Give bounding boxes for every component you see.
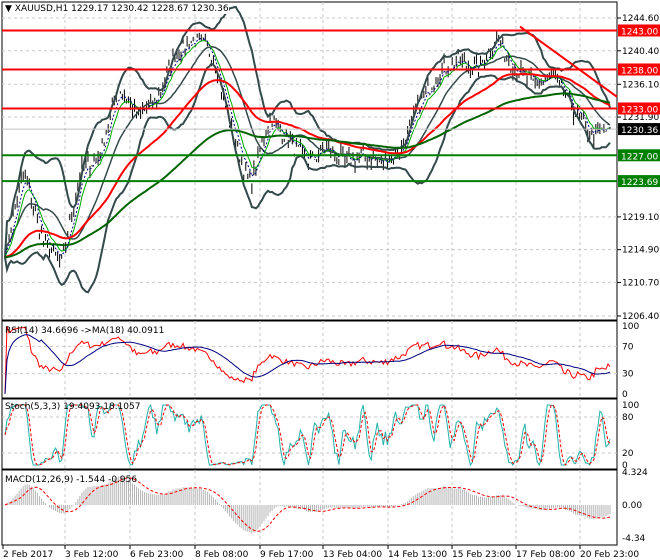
stoch-title: Stoch(5,3,3) 19.4093 18.1057 [5,402,141,412]
x-tick-label: 14 Feb 13:00 [388,550,447,560]
ma-200-green [4,92,611,259]
dropdown-triangle-icon[interactable]: ▼ [5,4,12,14]
ohlc-values: 1229.17 1230.42 1228.67 1230.36 [71,4,229,14]
ma-fast [4,40,611,258]
y-tick-label: 0 [622,390,628,400]
y-tick-label: 1244.60 [622,14,659,24]
y-tick-label: 20 [622,449,634,459]
ma-fastest [4,37,611,258]
bollinger-lower [4,62,611,294]
y-tick-label: 1219.10 [622,213,659,223]
y-tick-label: 4.324 [622,468,648,478]
y-tick-label: 70 [622,342,634,352]
x-tick-label: 15 Feb 23:00 [452,550,511,560]
rsi-title: RSI(14) 34.6696 ->MA(18) 40.0911 [5,326,165,336]
level-label: 1233.00 [621,105,658,115]
symbol-label: XAUUSD,H1 [14,4,69,14]
x-tick-label: 20 Feb 23:00 [580,550,639,560]
level-label: 1223.69 [621,178,658,188]
y-tick-label: 1210.70 [622,278,659,288]
level-label: 1227.00 [621,152,658,162]
x-tick-label: 8 Feb 08:00 [195,550,249,560]
rsi-line [4,325,611,395]
x-tick-label: 9 Feb 17:00 [260,550,314,560]
level-label: 1238.00 [621,66,658,76]
y-tick-label: 100 [622,401,639,411]
current-price-label: 1230.36 [621,126,658,136]
trend-line [519,25,618,98]
x-tick-label: 17 Feb 08:00 [516,550,575,560]
y-tick-label: 1214.90 [622,246,659,256]
x-tick-label: 6 Feb 23:00 [130,550,184,560]
y-tick-label: 100 [622,322,639,332]
y-tick-label: 1206.40 [622,312,659,322]
y-tick-label: 1236.10 [622,80,659,90]
x-tick-label: 13 Feb 04:00 [323,550,382,560]
y-tick-label: -4.34 [622,534,646,544]
stoch-main-line [4,403,611,467]
level-label: 1243.00 [621,27,658,37]
y-tick-label: 0.00 [622,501,642,511]
y-tick-label: 30 [622,370,634,380]
macd-title: MACD(12,26,9) -1.544 -0.956 [5,475,138,485]
x-tick-label: 2 Feb 2017 [3,550,53,560]
chart-header[interactable]: ▼ XAUUSD,H1 1229.17 1230.42 1228.67 1230… [5,4,229,14]
y-tick-label: 80 [622,413,634,423]
y-tick-label: 1240.40 [622,47,659,57]
x-tick-label: 3 Feb 12:00 [65,550,119,560]
chart-window: 2 Feb 2017 3 Feb 12:00 6 Feb 23:00 8 Feb 08… [0,0,660,560]
